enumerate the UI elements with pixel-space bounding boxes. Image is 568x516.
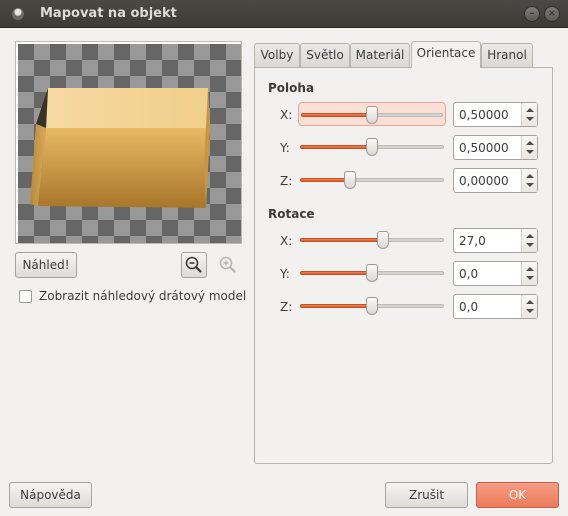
spin-arrows[interactable] xyxy=(521,103,537,126)
preview-area xyxy=(15,41,242,244)
tab-volby[interactable]: Volby xyxy=(254,43,300,67)
zoom-out-button[interactable] xyxy=(181,252,207,278)
slider-handle[interactable] xyxy=(366,264,378,282)
slider-fill xyxy=(300,145,372,149)
position-section-title: Poloha xyxy=(268,81,315,95)
slider-fill xyxy=(300,178,351,182)
spin-down-icon[interactable] xyxy=(526,117,534,121)
slider-fill xyxy=(300,238,383,242)
spin-up-icon[interactable] xyxy=(526,108,534,112)
spin-arrows[interactable] xyxy=(521,169,537,192)
slider-handle[interactable] xyxy=(366,297,378,315)
slider-fill xyxy=(301,113,372,117)
rotation-z-value[interactable]: 0,0 xyxy=(459,300,478,314)
spin-arrows[interactable] xyxy=(521,295,537,318)
tab-hranol[interactable]: Hranol xyxy=(481,43,533,67)
position-z-spinbox[interactable]: 0,00000 xyxy=(453,168,538,193)
spin-up-icon[interactable] xyxy=(526,300,534,304)
help-button[interactable]: Nápověda xyxy=(9,482,92,508)
position-x-slider[interactable] xyxy=(298,102,446,126)
position-z-value[interactable]: 0,00000 xyxy=(459,174,509,188)
position-x-value[interactable]: 0,50000 xyxy=(459,108,509,122)
spin-up-icon[interactable] xyxy=(526,174,534,178)
spin-up-icon[interactable] xyxy=(526,234,534,238)
minimize-icon[interactable]: – xyxy=(524,6,540,22)
rotation-z-label: Z: xyxy=(280,300,293,314)
spin-down-icon[interactable] xyxy=(526,276,534,280)
rotation-y-spinbox[interactable]: 0,0 xyxy=(453,261,538,286)
slider-handle[interactable] xyxy=(376,231,389,249)
position-y-label: Y: xyxy=(280,141,290,155)
position-z-label: Z: xyxy=(280,174,293,188)
spin-down-icon[interactable] xyxy=(526,183,534,187)
rotation-x-spinbox[interactable]: 27,0 xyxy=(453,228,538,253)
slider-fill xyxy=(300,271,372,275)
spin-up-icon[interactable] xyxy=(526,267,534,271)
spin-arrows[interactable] xyxy=(521,262,537,285)
position-y-spinbox[interactable]: 0,50000 xyxy=(453,135,538,160)
zoom-in-icon xyxy=(219,256,236,273)
slider-handle[interactable] xyxy=(366,106,378,124)
slider-handle[interactable] xyxy=(366,138,378,156)
window-menu-icon[interactable] xyxy=(12,8,24,20)
position-y-value[interactable]: 0,50000 xyxy=(459,141,509,155)
slider-handle[interactable] xyxy=(344,171,357,189)
rotation-z-slider[interactable] xyxy=(298,294,446,318)
wireframe-checkbox-label[interactable]: Zobrazit náhledový drátový model xyxy=(39,289,246,303)
wireframe-checkbox[interactable] xyxy=(19,290,32,303)
tab-material[interactable]: Materiál xyxy=(350,43,410,67)
rotation-z-spinbox[interactable]: 0,0 xyxy=(453,294,538,319)
position-z-slider[interactable] xyxy=(298,168,446,192)
zoom-out-icon xyxy=(185,256,202,273)
ok-button[interactable]: OK xyxy=(476,482,559,508)
rotation-y-label: Y: xyxy=(280,267,290,281)
slider-fill xyxy=(300,304,372,308)
rotation-x-value[interactable]: 27,0 xyxy=(459,234,486,248)
zoom-in-button[interactable] xyxy=(215,252,241,278)
preview-image xyxy=(18,44,241,243)
spin-down-icon[interactable] xyxy=(526,309,534,313)
tab-orientace[interactable]: Orientace xyxy=(411,41,481,68)
spin-down-icon[interactable] xyxy=(526,243,534,247)
cancel-button[interactable]: Zrušit xyxy=(385,482,468,508)
rotation-x-label: X: xyxy=(280,234,293,248)
dialog-window: Mapovat na objekt – × Náhled! Zobrazit n… xyxy=(0,0,568,516)
rotation-y-slider[interactable] xyxy=(298,261,446,285)
spin-arrows[interactable] xyxy=(521,229,537,252)
window-title: Mapovat na objekt xyxy=(40,6,177,21)
preview-button[interactable]: Náhled! xyxy=(15,252,77,278)
spin-up-icon[interactable] xyxy=(526,141,534,145)
rotation-y-value[interactable]: 0,0 xyxy=(459,267,478,281)
position-x-label: X: xyxy=(280,108,293,122)
position-x-spinbox[interactable]: 0,50000 xyxy=(453,102,538,127)
tab-svetlo[interactable]: Světlo xyxy=(300,43,350,67)
close-icon[interactable]: × xyxy=(544,6,560,22)
spin-down-icon[interactable] xyxy=(526,150,534,154)
rotation-section-title: Rotace xyxy=(268,207,315,221)
spin-arrows[interactable] xyxy=(521,136,537,159)
position-y-slider[interactable] xyxy=(298,135,446,159)
title-bar[interactable]: Mapovat na objekt – × xyxy=(0,0,568,28)
rotation-x-slider[interactable] xyxy=(298,228,446,252)
